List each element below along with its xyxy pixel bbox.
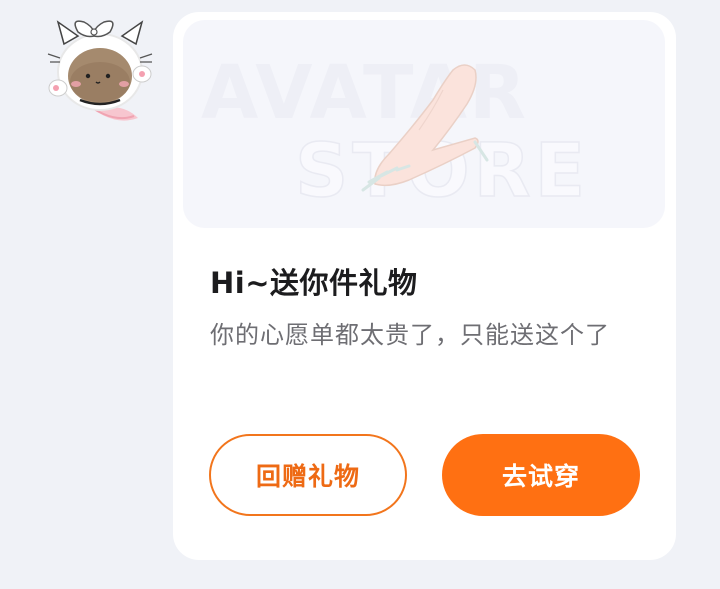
gift-banner[interactable]: AVATAR STORE [183, 20, 665, 228]
watermark-line1: AVATAR [201, 50, 528, 136]
chat-page: AVATAR STORE Hi~送你件礼物 你的心愿单都太贵了，只能送这个了 回… [0, 0, 720, 589]
return-gift-button[interactable]: 回赠礼物 [209, 434, 407, 516]
try-on-label: 去试穿 [501, 462, 580, 491]
gift-description: 你的心愿单都太贵了，只能送这个了 [210, 321, 610, 349]
cat-bear-sticker-icon [47, 20, 153, 121]
return-gift-label: 回赠礼物 [255, 462, 360, 491]
try-on-button[interactable]: 去试穿 [442, 434, 640, 516]
gift-card: AVATAR STORE Hi~送你件礼物 你的心愿单都太贵了，只能送这个了 回… [173, 12, 676, 560]
watermark-line2: STORE [295, 128, 589, 214]
sender-avatar[interactable] [42, 10, 160, 128]
gift-title: Hi~送你件礼物 [210, 266, 418, 300]
